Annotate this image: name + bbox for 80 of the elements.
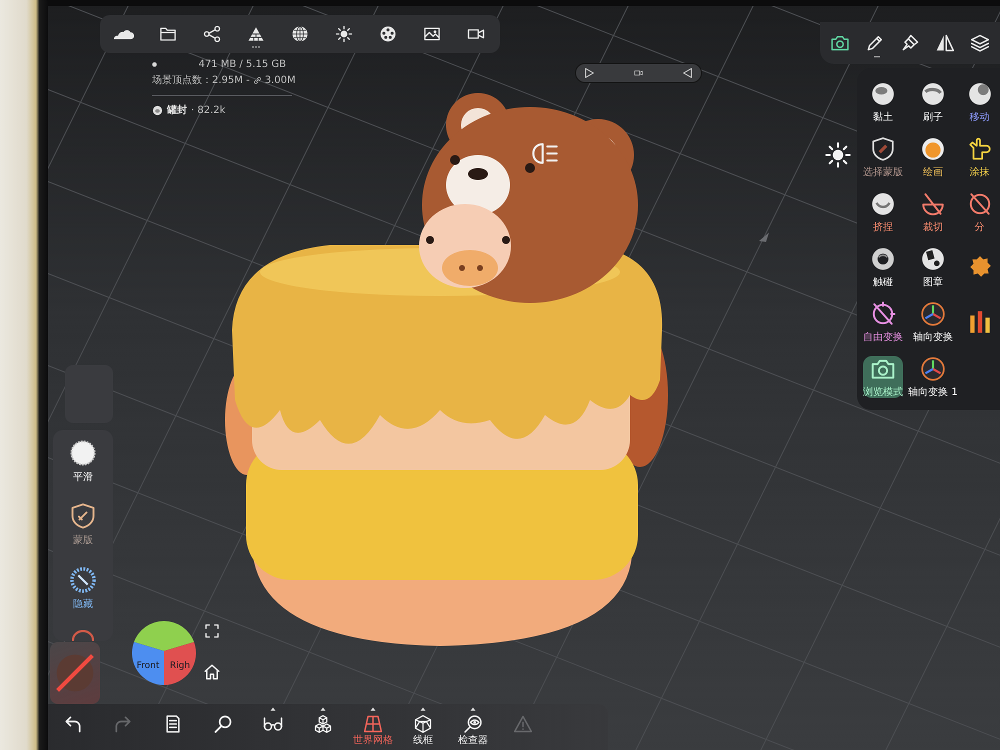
brick-pile-icon[interactable] xyxy=(247,25,265,43)
tool-button[interactable]: 绘画 xyxy=(920,136,946,178)
tool-button[interactable]: 平滑 xyxy=(69,439,97,500)
brush-icon[interactable] xyxy=(900,33,920,53)
sphere-icon xyxy=(920,80,946,106)
sun-icon[interactable] xyxy=(824,141,852,169)
sphere-icon xyxy=(870,190,896,216)
sphere-icon xyxy=(152,104,163,116)
tool-button[interactable]: 裁切 xyxy=(920,190,946,232)
object-name: 罐封 xyxy=(167,104,187,117)
arc-icon[interactable] xyxy=(72,630,94,641)
cube-face[interactable] xyxy=(134,621,194,651)
hand-icon xyxy=(966,136,992,162)
slashed-circle-icon xyxy=(870,300,896,326)
fullscreen-icon[interactable] xyxy=(204,623,220,639)
shield-icon xyxy=(69,502,97,530)
reel-icon[interactable] xyxy=(379,25,397,43)
folder-icon[interactable] xyxy=(159,25,177,43)
globe-icon[interactable] xyxy=(291,25,309,43)
tool-button[interactable]: 触碰 xyxy=(870,246,896,288)
link-icon xyxy=(252,76,262,84)
pen-icon[interactable] xyxy=(864,33,884,53)
sun-icon[interactable] xyxy=(335,25,353,43)
triangle-left-icon[interactable] xyxy=(683,68,692,78)
slashed-arc-icon xyxy=(920,190,946,216)
axis-gizmo-icon xyxy=(920,356,946,382)
headlight-icon[interactable] xyxy=(532,143,558,164)
magnifier-eye-icon xyxy=(463,714,483,734)
vertex-count: 场景顶点数：2.95M - xyxy=(152,74,250,87)
ring-icon xyxy=(870,246,896,272)
sphere-icon xyxy=(920,136,946,162)
sphere-icon xyxy=(870,80,896,106)
triangle-marker-icon xyxy=(758,231,770,243)
dot-icon xyxy=(152,62,157,67)
toolbar-button[interactable]: 检查器 xyxy=(458,714,488,746)
wireframe-icon xyxy=(413,714,433,734)
dotted-circle-icon xyxy=(69,566,97,594)
tool-button[interactable]: 图章 xyxy=(920,246,946,288)
home-icon[interactable] xyxy=(203,663,221,681)
object-vertex-count: · 82.2k xyxy=(191,104,226,116)
tool-button[interactable]: 蒙版 xyxy=(69,502,97,564)
grid-icon xyxy=(363,714,383,734)
cube-face[interactable] xyxy=(132,642,164,685)
axis-gizmo-icon xyxy=(920,300,946,326)
empty-panel xyxy=(65,365,113,423)
fuzzy-sphere-icon xyxy=(69,439,97,467)
cubes-icon[interactable] xyxy=(313,714,333,734)
tool-button[interactable]: 涂抹 xyxy=(966,136,992,178)
face-label: Front xyxy=(136,661,160,671)
tool-button[interactable]: 挤捏 xyxy=(870,190,896,232)
image-icon[interactable] xyxy=(423,25,441,43)
camera-icon[interactable] xyxy=(830,33,850,53)
cloud-icon[interactable] xyxy=(113,28,135,40)
tool-button[interactable]: 刷子 xyxy=(920,80,946,122)
undo-icon[interactable] xyxy=(63,714,83,734)
tool-button[interactable]: 轴向变换 1 xyxy=(908,356,958,398)
tool-button[interactable]: 分 xyxy=(966,190,992,232)
tool-button[interactable]: 轴向变换 xyxy=(913,300,953,342)
shield-icon xyxy=(870,136,896,162)
share-icon[interactable] xyxy=(203,25,221,43)
tool-button[interactable]: 选择蒙版 xyxy=(863,136,903,178)
symmetry-icon[interactable] xyxy=(934,33,954,53)
tool-button[interactable]: 黏土 xyxy=(870,80,896,122)
material-button[interactable] xyxy=(50,642,100,704)
tool-button[interactable]: 移动 xyxy=(966,80,992,122)
triangle-right-icon[interactable] xyxy=(585,68,594,78)
tool-button[interactable]: 浏览模式 xyxy=(863,356,903,398)
stamp-icon xyxy=(920,246,946,272)
toolbar-button[interactable]: 世界网格 xyxy=(353,714,393,746)
cube-face[interactable] xyxy=(164,642,196,685)
face-label: Righ xyxy=(170,661,190,671)
toolbar-button[interactable]: 线框 xyxy=(413,714,433,746)
tool-button[interactable]: 隐藏 xyxy=(69,566,97,627)
memory-usage: 471 MB / 5.15 GB xyxy=(198,59,286,70)
multires-vertex-count: 3.00M xyxy=(264,74,296,86)
layers-icon[interactable] xyxy=(970,33,990,53)
sphere-icon xyxy=(966,80,992,106)
search-icon[interactable] xyxy=(213,714,233,734)
tool-button[interactable]: 自由变换 xyxy=(863,300,903,342)
video-camera-icon[interactable] xyxy=(634,68,643,78)
